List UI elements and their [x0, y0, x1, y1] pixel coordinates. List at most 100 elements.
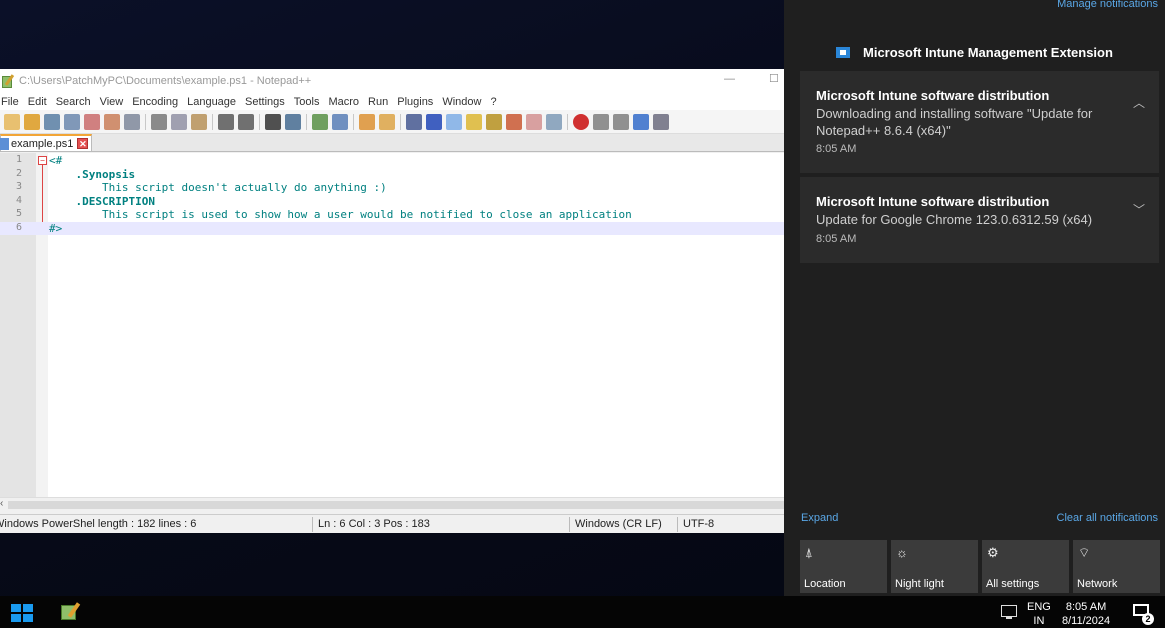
stop-macro-icon[interactable] [593, 113, 609, 130]
paste-icon[interactable] [191, 113, 207, 130]
record-macro-icon[interactable] [573, 113, 589, 130]
network-tray-icon[interactable] [1001, 605, 1017, 619]
code-text: #> [49, 221, 63, 235]
close-file-icon[interactable] [84, 113, 100, 130]
minimize-button[interactable]: — [724, 73, 735, 85]
udl-icon[interactable] [466, 113, 482, 130]
save-icon[interactable] [44, 113, 60, 130]
quick-action-label: Network [1077, 578, 1118, 590]
word-wrap-icon[interactable] [406, 113, 422, 130]
menu-edit[interactable]: Edit [24, 96, 52, 108]
gear-icon: ⚙ [987, 545, 999, 560]
notepadpp-taskbar-icon[interactable] [60, 602, 81, 622]
save-macro-icon[interactable] [653, 113, 669, 130]
code-text: This script is used to show how a user w… [49, 208, 632, 221]
quick-action-label: All settings [986, 578, 1040, 590]
code-line-active: 6 #> [0, 221, 784, 235]
notification-card[interactable]: Microsoft Intune software distribution U… [800, 177, 1159, 263]
function-list-icon[interactable] [506, 113, 522, 130]
collapse-chevron-icon[interactable]: ︿ [1133, 94, 1145, 111]
replace-icon[interactable] [285, 113, 301, 130]
close-tab-icon[interactable]: ✕ [77, 138, 89, 149]
scroll-left-icon[interactable]: ‹ [0, 498, 3, 509]
intune-app-icon [836, 47, 850, 58]
zoom-in-icon[interactable] [312, 113, 328, 130]
save-all-icon[interactable] [64, 113, 80, 130]
code-editor[interactable]: 1 − <# 2 .Synopsis 3 This script doesn't… [0, 153, 784, 497]
menu-help[interactable]: ? [486, 96, 501, 108]
file-icon [0, 137, 9, 150]
menu-view[interactable]: View [96, 96, 129, 108]
menu-search[interactable]: Search [52, 96, 96, 108]
start-button[interactable] [11, 604, 35, 622]
notepadpp-app-icon [2, 74, 16, 88]
manage-notifications-link[interactable]: Manage notifications [1057, 0, 1158, 10]
clear-all-notifications-link[interactable]: Clear all notifications [1057, 512, 1159, 524]
toolbar-separator [212, 113, 213, 130]
toolbar [0, 110, 784, 134]
expand-quick-actions-link[interactable]: Expand [801, 512, 838, 524]
zoom-out-icon[interactable] [332, 113, 348, 130]
action-center-button[interactable]: 2 [1133, 604, 1154, 625]
status-bar: Windows PowerShel length : 182 lines : 6… [0, 514, 784, 533]
clock[interactable]: 8:05 AM 8/11/2024 [1062, 600, 1110, 628]
find-icon[interactable] [265, 113, 281, 130]
menu-encoding[interactable]: Encoding [128, 96, 183, 108]
tab-bar: example.ps1 ✕ [0, 134, 784, 152]
menu-language[interactable]: Language [183, 96, 241, 108]
line-number: 5 [15, 208, 22, 219]
code-line: 4 .DESCRIPTION [0, 195, 784, 209]
toolbar-separator [400, 113, 401, 130]
undo-icon[interactable] [218, 113, 234, 130]
line-number: 6 [15, 221, 22, 233]
status-encoding: UTF-8 [683, 518, 715, 530]
tab-example-ps1[interactable]: example.ps1 ✕ [0, 134, 93, 151]
indent-guide-icon[interactable] [446, 113, 462, 130]
folder-workspace-icon[interactable] [526, 113, 542, 130]
quick-action-night-light[interactable]: ☼ Night light [891, 540, 978, 593]
run-macro-multiple-icon[interactable] [633, 113, 649, 130]
group-title: Microsoft Intune Management Extension [863, 45, 1113, 60]
menu-settings[interactable]: Settings [241, 96, 290, 108]
notification-title: Microsoft Intune software distribution [816, 194, 1050, 209]
sync-vertical-icon[interactable] [359, 113, 375, 130]
redo-icon[interactable] [238, 113, 254, 130]
notification-card[interactable]: Microsoft Intune software distribution D… [800, 71, 1159, 173]
copy-icon[interactable] [171, 113, 187, 130]
menu-run[interactable]: Run [364, 96, 393, 108]
menu-window[interactable]: Window [438, 96, 486, 108]
title-bar[interactable]: C:\Users\PatchMyPC\Documents\example.ps1… [0, 69, 784, 93]
print-icon[interactable] [124, 113, 140, 130]
maximize-button[interactable]: ☐ [769, 72, 779, 85]
fold-toggle-icon[interactable]: − [38, 156, 47, 165]
play-macro-icon[interactable] [613, 113, 629, 130]
show-all-chars-icon[interactable] [426, 113, 442, 130]
action-center-panel: Manage notifications Microsoft Intune Ma… [784, 0, 1165, 596]
quick-action-network[interactable]: ⌔ Network [1073, 540, 1160, 593]
sync-horizontal-icon[interactable] [379, 113, 395, 130]
menu-tools[interactable]: Tools [290, 96, 325, 108]
line-number: 1 [15, 154, 22, 165]
quick-action-label: Night light [895, 578, 944, 590]
window-title: C:\Users\PatchMyPC\Documents\example.ps1… [19, 75, 312, 87]
input-language-indicator[interactable]: ENG IN [1027, 600, 1051, 628]
open-file-icon[interactable] [24, 113, 40, 130]
menu-macro[interactable]: Macro [324, 96, 364, 108]
status-cursor-position: Ln : 6 Col : 3 Pos : 183 [318, 518, 430, 530]
monitoring-icon[interactable] [546, 113, 562, 130]
cut-icon[interactable] [151, 113, 167, 130]
horizontal-scrollbar[interactable]: ‹ [0, 497, 784, 511]
scrollbar-thumb[interactable] [8, 501, 784, 509]
close-all-icon[interactable] [104, 113, 120, 130]
doc-map-icon[interactable] [486, 113, 502, 130]
quick-action-all-settings[interactable]: ⚙ All settings [982, 540, 1069, 593]
menu-plugins[interactable]: Plugins [393, 96, 438, 108]
code-text: This script doesn't actually do anything… [49, 181, 387, 194]
toolbar-separator [567, 113, 568, 130]
quick-action-location[interactable]: ⍋ Location [800, 540, 887, 593]
expand-chevron-icon[interactable]: ﹀ [1133, 201, 1145, 218]
toolbar-separator [306, 113, 307, 130]
menu-file[interactable]: File [0, 96, 24, 108]
new-file-icon[interactable] [4, 113, 20, 130]
clock-date: 8/11/2024 [1062, 615, 1111, 627]
